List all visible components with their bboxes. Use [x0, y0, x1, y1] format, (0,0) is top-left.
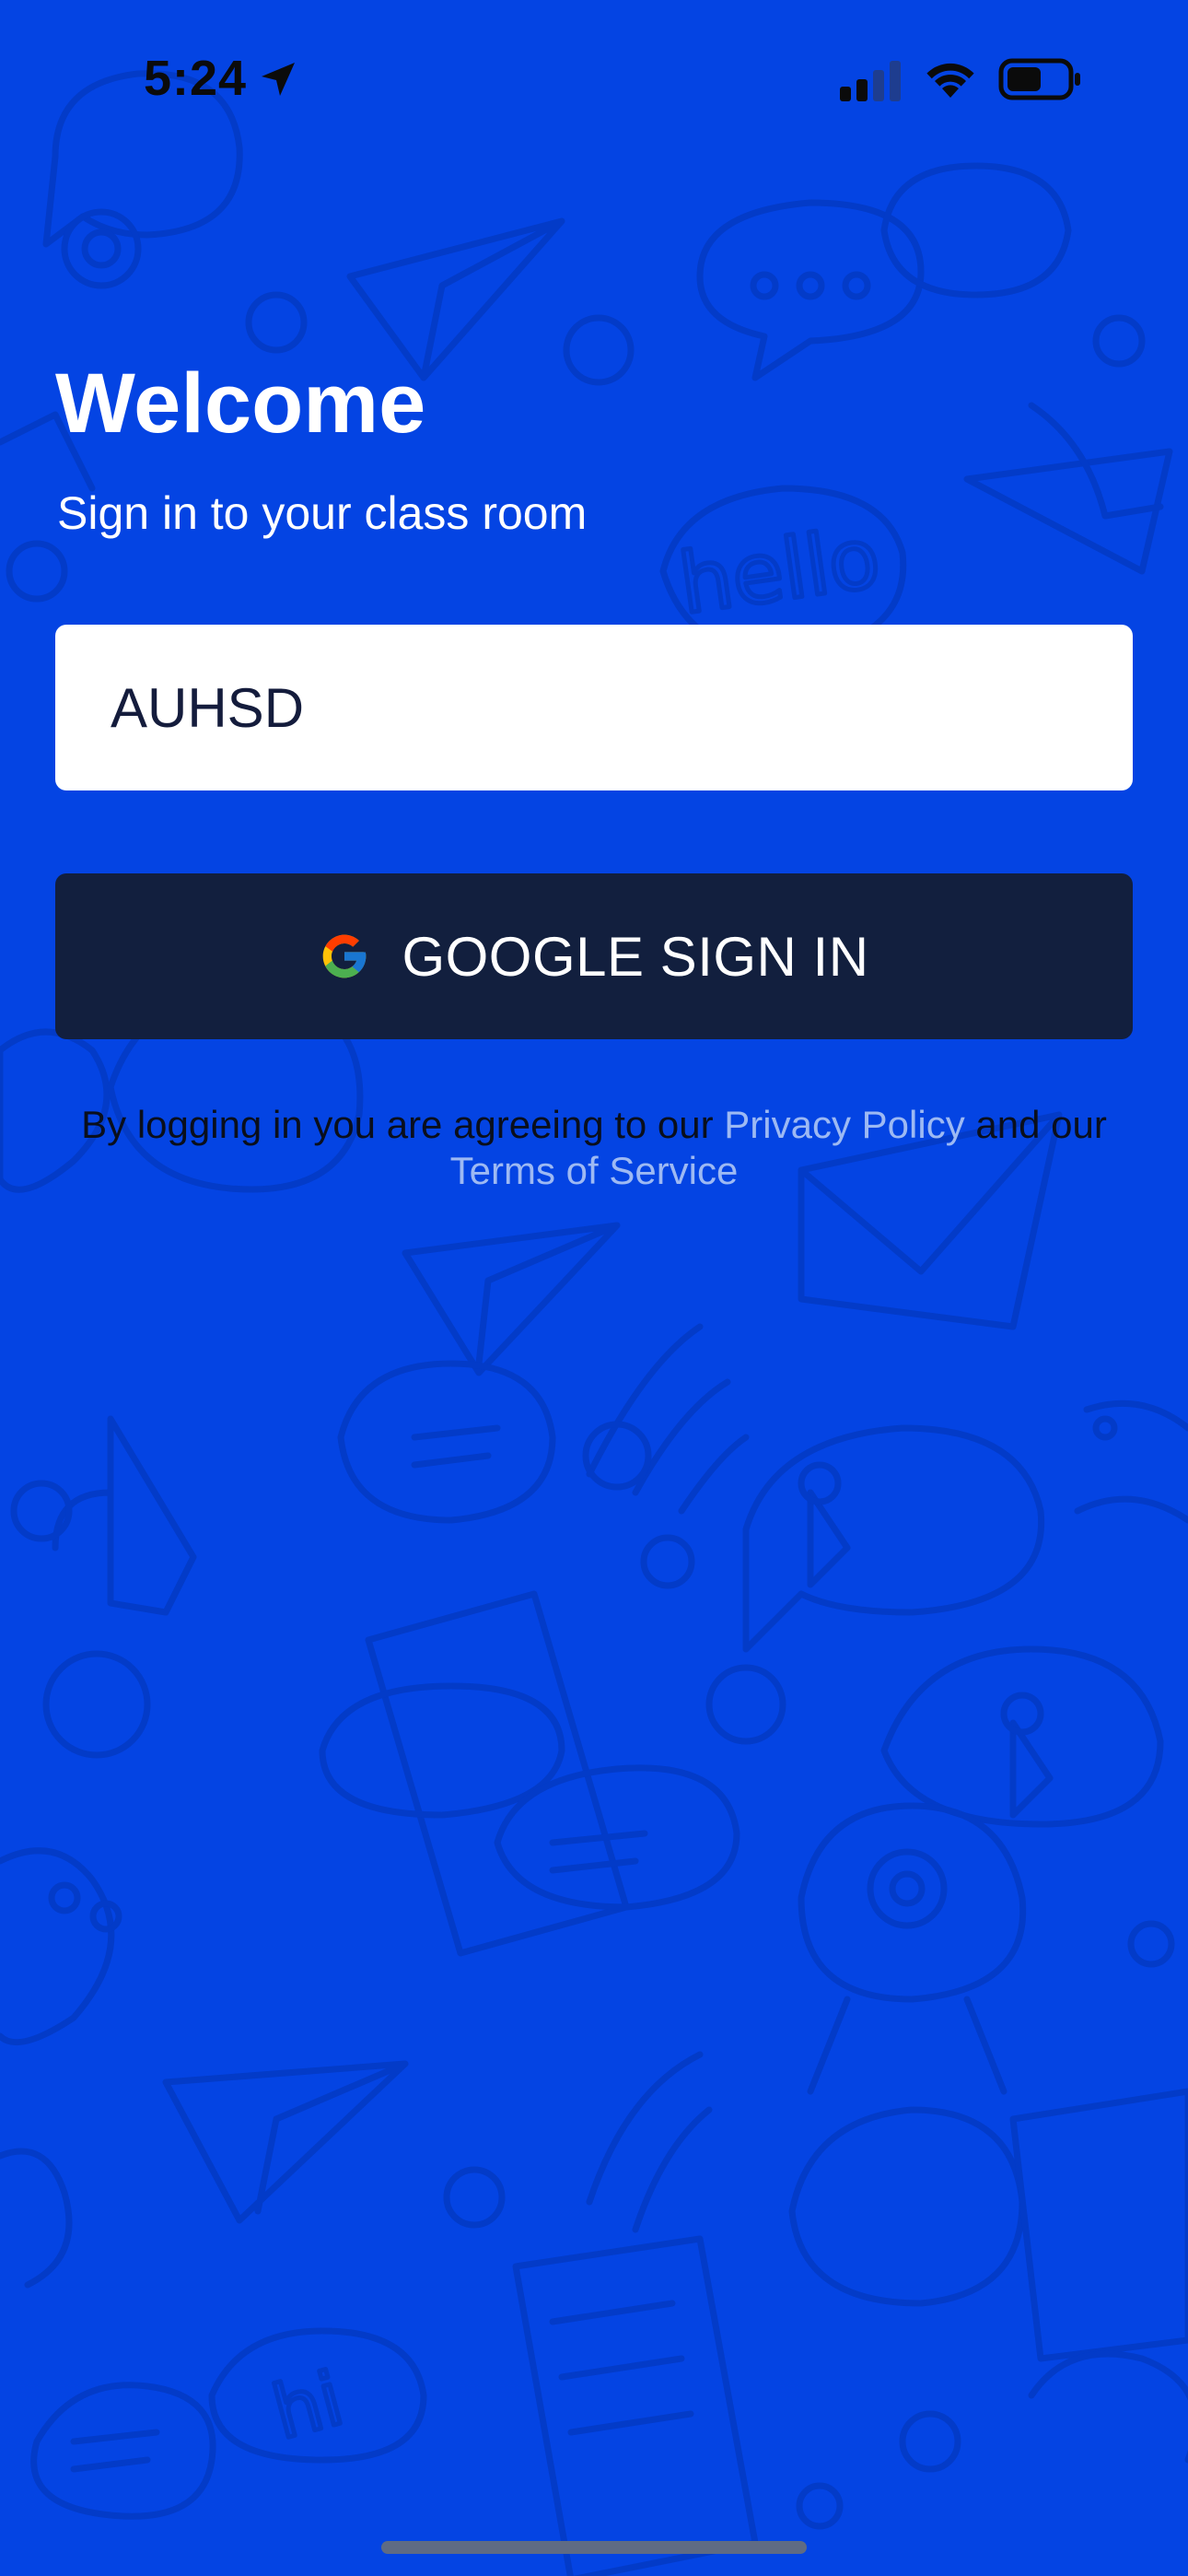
- page-subtitle: Sign in to your class room: [57, 487, 588, 539]
- page-title: Welcome: [55, 357, 426, 451]
- google-g-icon: [323, 934, 367, 978]
- google-sign-in-label: GOOGLE SIGN IN: [402, 925, 869, 988]
- battery-icon: [998, 58, 1080, 100]
- home-indicator[interactable]: [381, 2541, 807, 2554]
- cellular-signal-icon: [840, 61, 901, 101]
- terms-of-service-link[interactable]: Terms of Service: [450, 1149, 739, 1192]
- legal-prefix-text: By logging in you are agreeing to our: [81, 1103, 725, 1146]
- svg-text:hello: hello: [674, 509, 886, 633]
- location-arrow-icon: [262, 63, 295, 96]
- svg-text:hi: hi: [264, 2356, 352, 2456]
- google-sign-in-button[interactable]: GOOGLE SIGN IN: [55, 873, 1133, 1039]
- legal-middle-text: and our: [964, 1103, 1107, 1146]
- wifi-icon: [926, 63, 974, 98]
- district-input[interactable]: [55, 625, 1133, 790]
- status-time: 5:24: [144, 51, 248, 106]
- legal-notice: By logging in you are agreeing to our Pr…: [37, 1102, 1151, 1194]
- privacy-policy-link[interactable]: Privacy Policy: [724, 1103, 964, 1146]
- status-bar: 5:24: [0, 0, 1188, 157]
